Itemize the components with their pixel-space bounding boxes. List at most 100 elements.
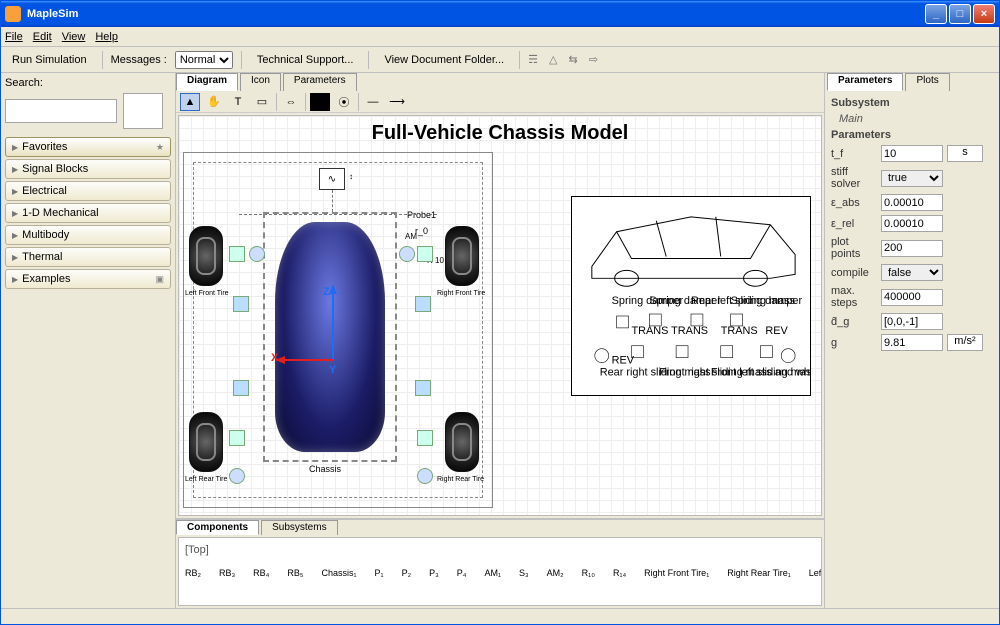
hierarchy-item[interactable]: RB₄ (253, 568, 269, 578)
minimize-button[interactable]: _ (925, 4, 947, 24)
search-input[interactable] (5, 99, 117, 123)
hierarchy-item[interactable]: R₁₄ (613, 568, 626, 578)
messages-select[interactable]: Normal (175, 51, 233, 69)
compass-tool-icon[interactable]: ⦿ (334, 93, 354, 111)
signal-source-block[interactable]: ∿ (319, 168, 345, 190)
palette-signal-blocks[interactable]: ▶Signal Blocks (5, 159, 171, 179)
arrow-style-icon[interactable]: ⟶ (387, 93, 407, 111)
comp-fl-2[interactable] (233, 296, 249, 312)
comp-rl-1[interactable] (229, 430, 245, 446)
comp-fr-1[interactable] (417, 246, 433, 262)
comp-fr-2[interactable] (415, 296, 431, 312)
link-tool-icon[interactable]: ⇔ (281, 93, 301, 111)
hand-tool-icon[interactable]: ✋ (204, 93, 224, 111)
left-panel: Search: ▶Favorites★ ▶Signal Blocks ▶Elec… (1, 73, 176, 608)
hierarchy-item[interactable]: P₄ (457, 568, 467, 578)
g-unit[interactable]: m/s² (947, 334, 983, 351)
hierarchy-item[interactable]: AM₂ (547, 568, 564, 578)
hierarchy-item[interactable]: P₁ (375, 568, 384, 578)
signal-arrows-icon: ↕ (349, 172, 353, 181)
menu-view[interactable]: View (62, 31, 86, 43)
line-style-icon[interactable]: — (363, 93, 383, 111)
menu-file[interactable]: File (5, 31, 23, 43)
run-simulation-button[interactable]: Run Simulation (5, 51, 94, 69)
comp-rl-joint[interactable] (229, 468, 245, 484)
hierarchy-item[interactable]: RB₃ (219, 568, 235, 578)
tire-rl-label: Left Rear Tire (185, 476, 227, 483)
color-swatch-icon[interactable] (310, 93, 330, 111)
tire-front-left[interactable] (189, 226, 223, 286)
hierarchy-item[interactable]: P₂ (402, 568, 412, 578)
diagram-canvas[interactable]: Full-Vehicle Chassis Model ∿ ↕ Probe1 r_… (178, 115, 822, 516)
palette-electrical[interactable]: ▶Electrical (5, 181, 171, 201)
axis-y-label: Y (329, 364, 336, 376)
comp-fr-joint[interactable] (399, 246, 415, 262)
palette-examples[interactable]: ▶Examples▣ (5, 269, 171, 289)
max-input[interactable] (881, 289, 943, 306)
comp-rr-joint[interactable] (417, 468, 433, 484)
tf-input[interactable] (881, 145, 943, 162)
parameters-heading: Parameters (831, 129, 993, 141)
hierarchy-item[interactable]: S₃ (519, 568, 529, 578)
comp-rl-2[interactable] (233, 380, 249, 396)
dg-input[interactable] (881, 313, 943, 330)
tab-subsystems[interactable]: Subsystems (261, 520, 337, 535)
palette-1d-mechanical[interactable]: ▶1-D Mechanical (5, 203, 171, 223)
erel-input[interactable] (881, 215, 943, 232)
tab-parameters-right[interactable]: Parameters (827, 73, 903, 91)
chassis-label: Chassis (309, 464, 341, 474)
comp-rr-2[interactable] (415, 380, 431, 396)
chassis-body[interactable] (275, 222, 385, 452)
hierarchy-item[interactable]: Chassis₁ (322, 568, 357, 578)
menu-help[interactable]: Help (95, 31, 118, 43)
tire-rr-label: Right Rear Tire (437, 476, 484, 483)
technical-support-button[interactable]: Technical Support... (250, 51, 361, 69)
hierarchy-item[interactable]: RB₅ (287, 568, 303, 578)
hierarchy-view[interactable]: [Top] RB₂RB₃RB₄RB₅Chassis₁P₁P₂P₃P₄AM₁S₃A… (178, 537, 822, 606)
diagram-toolbar: ▲ ✋ T ▭ ⇔ ⦿ — ⟶ (176, 91, 824, 113)
conn-line (332, 190, 333, 212)
text-tool-icon[interactable]: T (228, 93, 248, 111)
close-button[interactable]: × (973, 4, 995, 24)
component-palette: ▶Favorites★ ▶Signal Blocks ▶Electrical ▶… (5, 137, 171, 289)
hierarchy-item[interactable]: Left Rear Tire₁ (809, 568, 822, 578)
menu-edit[interactable]: Edit (33, 31, 52, 43)
app-logo-icon (5, 6, 21, 22)
menu-bar: File Edit View Help (1, 27, 999, 47)
rect-tool-icon[interactable]: ▭ (252, 93, 272, 111)
maximize-button[interactable]: □ (949, 4, 971, 24)
compile-label: compile (831, 267, 877, 279)
g-input[interactable] (881, 334, 943, 351)
tire-rear-left[interactable] (189, 412, 223, 472)
title-bar: MapleSim _ □ × (1, 1, 999, 27)
palette-thermal[interactable]: ▶Thermal (5, 247, 171, 267)
tab-parameters[interactable]: Parameters (283, 73, 357, 91)
hierarchy-item[interactable]: RB₂ (185, 568, 201, 578)
subsystem-heading: Subsystem (831, 97, 993, 109)
tab-components[interactable]: Components (176, 520, 259, 535)
tire-rear-right[interactable] (445, 412, 479, 472)
tab-diagram[interactable]: Diagram (176, 73, 238, 91)
compile-select[interactable]: false (881, 264, 943, 281)
hierarchy-item[interactable]: P₃ (429, 568, 439, 578)
tire-front-right[interactable] (445, 226, 479, 286)
view-document-folder-button[interactable]: View Document Folder... (377, 51, 511, 69)
comp-rr-1[interactable] (417, 430, 433, 446)
eabs-input[interactable] (881, 194, 943, 211)
pointer-tool-icon[interactable]: ▲ (180, 93, 200, 111)
palette-multibody[interactable]: ▶Multibody (5, 225, 171, 245)
hierarchy-item[interactable]: Right Rear Tire₁ (727, 568, 791, 578)
tab-plots[interactable]: Plots (905, 73, 949, 91)
stiff-select[interactable]: true (881, 170, 943, 187)
tab-icon[interactable]: Icon (240, 73, 281, 91)
comp-fl-joint[interactable] (249, 246, 265, 262)
hierarchy-item[interactable]: AM₁ (484, 568, 501, 578)
hierarchy-item[interactable]: R₁₀ (582, 568, 595, 578)
comp-fl-1[interactable] (229, 246, 245, 262)
plot-input[interactable] (881, 240, 943, 257)
hierarchy-item[interactable]: Right Front Tire₁ (644, 568, 709, 578)
svg-text:Spring damper: Spring damper (731, 295, 803, 307)
tf-unit[interactable]: s (947, 145, 983, 162)
palette-favorites[interactable]: ▶Favorites★ (5, 137, 171, 157)
messages-label: Messages : (111, 54, 167, 66)
